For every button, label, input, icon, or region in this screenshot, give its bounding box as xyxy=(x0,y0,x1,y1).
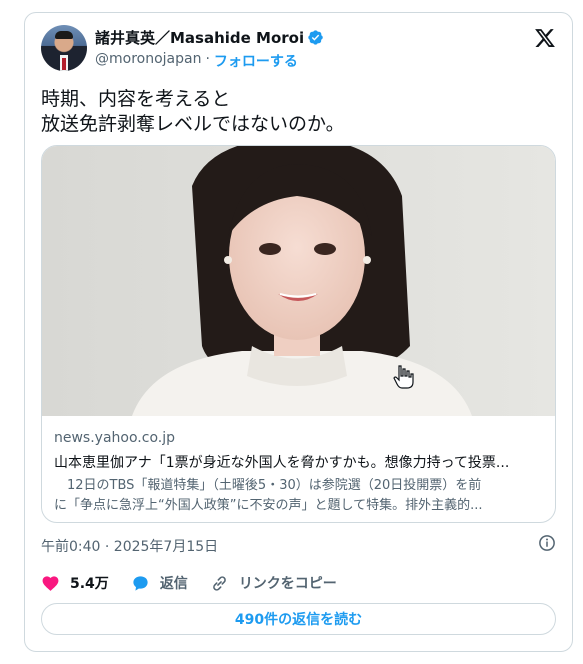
read-replies-button[interactable]: 490件の返信を読む xyxy=(41,603,556,635)
tweet-embed-card: 諸井真英／Masahide Moroi @moronojapan · フォローす… xyxy=(24,12,573,652)
author-avatar[interactable] xyxy=(41,25,87,71)
link-title[interactable]: 山本恵里伽アナ「1票が身近な外国人を脅かすかも。想像力持って投票... xyxy=(54,452,543,472)
follow-button[interactable]: フォローする xyxy=(214,51,298,71)
like-count: 5.4万 xyxy=(70,576,109,592)
tweet-text-line: 放送免許剥奪レベルではないのか。 xyxy=(41,113,345,135)
info-icon[interactable] xyxy=(538,534,556,552)
link-description-line: 12日のTBS「報道特集」（土曜後5・30）は参院選（20日投開票）を前 xyxy=(54,478,482,493)
heart-icon xyxy=(42,575,59,591)
link-description: 12日のTBS「報道特集」（土曜後5・30）は参院選（20日投開票）を前 に「争… xyxy=(54,476,543,516)
link-preview-meta: news.yahoo.co.jp 山本恵里伽アナ「1票が身近な外国人を脅かすかも… xyxy=(54,430,543,516)
tweet-text: 時期、内容を考えると 放送免許剥奪レベルではないのか。 xyxy=(41,87,345,137)
author-name-row: 諸井真英／Masahide Moroi xyxy=(95,27,324,48)
link-domain: news.yahoo.co.jp xyxy=(54,430,175,446)
copy-link-label: リンクをコピー xyxy=(238,576,337,592)
tweet-actions: 5.4万 返信 リンクをコピー xyxy=(41,573,359,593)
verified-badge-icon xyxy=(308,30,323,45)
link-preview-image xyxy=(42,146,555,416)
link-description-line: に「争点に急浮上“外国人政策”に不安の声」と題して特集。排外主義的... xyxy=(54,498,483,513)
tweet-timestamp[interactable]: 午前0:40 · 2025年7月15日 xyxy=(41,536,218,556)
copy-link-button[interactable]: リンクをコピー xyxy=(210,573,337,593)
author-handle-row: @moronojapan · フォローする xyxy=(95,51,298,71)
tweet-text-line: 時期、内容を考えると xyxy=(41,88,231,110)
handle-separator: · xyxy=(205,51,210,67)
x-logo-icon[interactable] xyxy=(534,27,556,49)
reply-bubble-icon xyxy=(133,575,148,591)
like-button[interactable]: 5.4万 xyxy=(41,573,109,593)
reply-label: 返信 xyxy=(159,576,188,592)
link-icon xyxy=(212,575,226,591)
author-display-name[interactable]: 諸井真英／Masahide Moroi xyxy=(95,27,304,48)
link-preview-card[interactable]: news.yahoo.co.jp 山本恵里伽アナ「1票が身近な外国人を脅かすかも… xyxy=(41,145,556,523)
author-handle[interactable]: @moronojapan xyxy=(95,51,201,71)
reply-button[interactable]: 返信 xyxy=(131,573,188,593)
